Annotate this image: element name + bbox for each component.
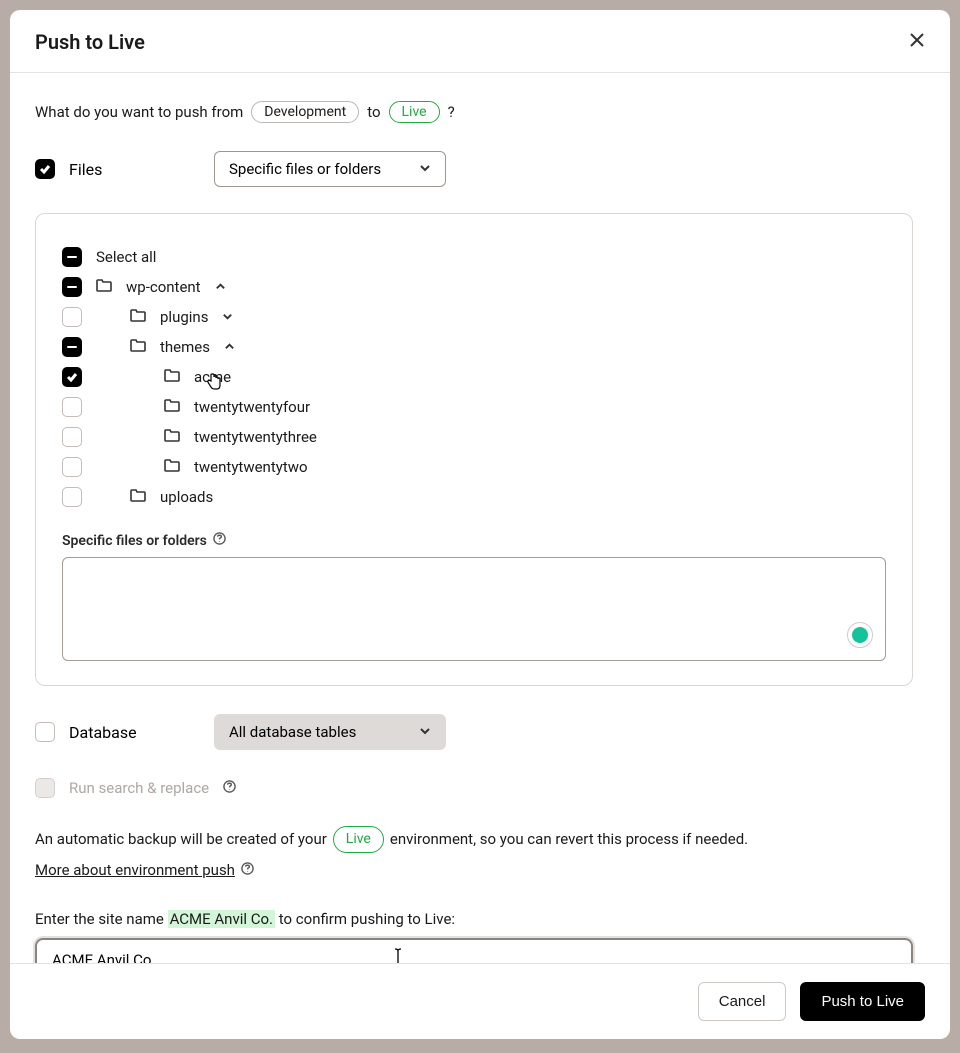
folder-icon: [130, 338, 146, 356]
tt3-checkbox[interactable]: [62, 427, 82, 447]
close-icon[interactable]: [909, 32, 925, 52]
push-question: What do you want to push from Developmen…: [35, 101, 913, 123]
question-mid: to: [367, 103, 380, 121]
files-select[interactable]: Specific files or folders: [214, 151, 446, 187]
folder-icon: [164, 398, 180, 416]
uploads-label: uploads: [160, 488, 213, 506]
wp-content-checkbox[interactable]: [62, 277, 82, 297]
search-replace-section: Run search & replace: [35, 778, 913, 798]
modal-body: What do you want to push from Developmen…: [10, 73, 950, 963]
grammarly-icon[interactable]: [847, 622, 873, 648]
text-cursor-icon: [391, 948, 405, 964]
push-to-live-button[interactable]: Push to Live: [800, 982, 925, 1021]
tree-node-tt4[interactable]: twentytwentyfour: [62, 392, 886, 422]
backup-env-tag: Live: [333, 826, 384, 853]
spec-files-textarea-wrap: [62, 557, 886, 661]
themes-checkbox[interactable]: [62, 337, 82, 357]
files-checkbox[interactable]: [35, 159, 55, 179]
plugins-checkbox[interactable]: [62, 307, 82, 327]
confirm-input[interactable]: [38, 941, 910, 964]
confirm-input-wrap: [35, 938, 913, 964]
files-select-value: Specific files or folders: [229, 160, 381, 178]
chevron-down-icon: [419, 723, 431, 741]
tt2-label: twentytwentytwo: [194, 458, 308, 476]
tree-node-plugins[interactable]: plugins: [62, 302, 886, 332]
tt2-checkbox[interactable]: [62, 457, 82, 477]
confirm-suffix: to confirm pushing to Live:: [279, 910, 455, 928]
cancel-button[interactable]: Cancel: [698, 982, 787, 1021]
question-suffix: ?: [448, 103, 455, 121]
confirm-prefix: Enter the site name: [35, 910, 164, 928]
files-section: Files Specific files or folders: [35, 151, 913, 187]
wp-content-label: wp-content: [126, 278, 201, 296]
database-checkbox[interactable]: [35, 722, 55, 742]
folder-icon: [164, 428, 180, 446]
push-to-live-modal: Push to Live What do you want to push fr…: [10, 10, 950, 1039]
modal-header: Push to Live: [10, 10, 950, 73]
folder-icon: [164, 368, 180, 386]
backup-info: An automatic backup will be created of y…: [35, 826, 913, 882]
to-env-tag: Live: [389, 101, 440, 123]
chevron-down-icon: [419, 160, 431, 178]
tree-node-tt2[interactable]: twentytwentytwo: [62, 452, 886, 482]
search-replace-label: Run search & replace: [69, 779, 209, 797]
spec-files-label: Specific files or folders: [62, 532, 886, 549]
folder-icon: [130, 488, 146, 506]
from-env-tag: Development: [251, 101, 359, 123]
folder-icon: [130, 308, 146, 326]
backup-suffix: environment, so you can revert this proc…: [390, 828, 748, 851]
database-label: Database: [69, 723, 137, 742]
file-tree-box: Select all wp-content plugins themes: [35, 213, 913, 686]
chevron-up-icon[interactable]: [215, 278, 226, 296]
select-all-label: Select all: [96, 248, 156, 266]
spec-files-textarea[interactable]: [63, 558, 885, 660]
tt3-label: twentytwentythree: [194, 428, 317, 446]
plugins-label: plugins: [160, 308, 208, 326]
acme-label: acme: [194, 368, 231, 386]
confirm-sitename-hl: ACME Anvil Co.: [168, 910, 275, 928]
folder-icon: [164, 458, 180, 476]
search-replace-checkbox: [35, 778, 55, 798]
folder-icon: [96, 278, 112, 296]
tree-node-uploads[interactable]: uploads: [62, 482, 886, 512]
confirm-label: Enter the site name ACME Anvil Co. to co…: [35, 910, 913, 928]
select-all-checkbox[interactable]: [62, 247, 82, 267]
tree-node-wp-content[interactable]: wp-content: [62, 272, 886, 302]
tree-node-acme[interactable]: acme: [62, 362, 886, 392]
tt4-checkbox[interactable]: [62, 397, 82, 417]
help-icon[interactable]: [241, 859, 254, 882]
acme-checkbox[interactable]: [62, 367, 82, 387]
help-icon[interactable]: [213, 532, 226, 549]
help-icon[interactable]: [223, 779, 236, 797]
tree-node-themes[interactable]: themes: [62, 332, 886, 362]
chevron-up-icon[interactable]: [224, 338, 235, 356]
modal-footer: Cancel Push to Live: [10, 963, 950, 1039]
modal-title: Push to Live: [35, 30, 145, 54]
files-label: Files: [69, 160, 102, 179]
more-about-push-link[interactable]: More about environment push: [35, 859, 235, 882]
database-select: All database tables: [214, 714, 446, 750]
question-prefix: What do you want to push from: [35, 103, 243, 121]
tree-node-tt3[interactable]: twentytwentythree: [62, 422, 886, 452]
uploads-checkbox[interactable]: [62, 487, 82, 507]
tree-select-all[interactable]: Select all: [62, 242, 886, 272]
backup-prefix: An automatic backup will be created of y…: [35, 828, 327, 851]
database-section: Database All database tables: [35, 714, 913, 750]
database-select-value: All database tables: [229, 723, 356, 741]
chevron-down-icon[interactable]: [222, 308, 233, 326]
themes-label: themes: [160, 338, 210, 356]
tt4-label: twentytwentyfour: [194, 398, 310, 416]
